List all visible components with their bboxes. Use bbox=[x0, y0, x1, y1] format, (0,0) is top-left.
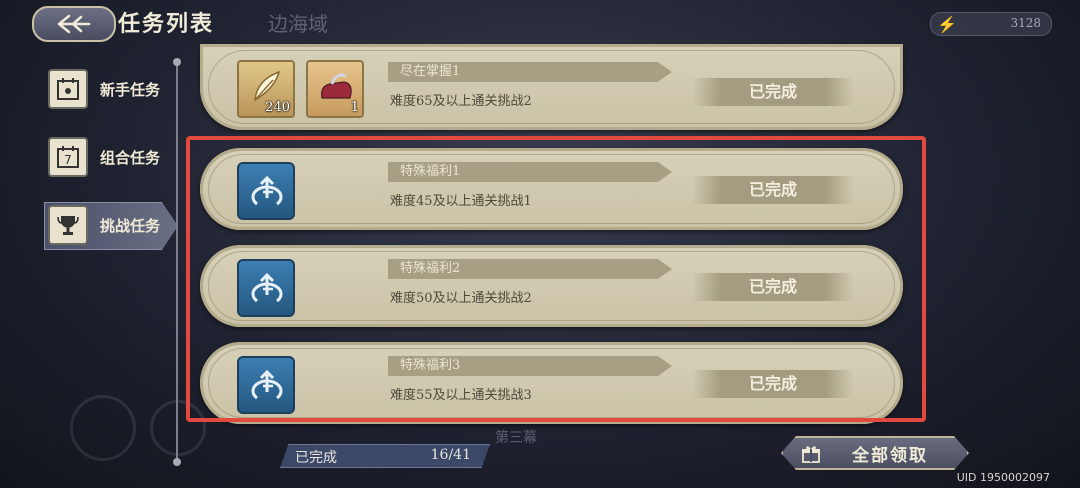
reward-count: 240 bbox=[265, 100, 290, 115]
task-card[interactable]: 240 1 尽在掌握1 难度65及以上通关挑战2 已完成 bbox=[200, 44, 903, 130]
task-description: 难度55及以上通关挑战3 bbox=[390, 388, 532, 403]
task-title: 特殊福利3 bbox=[388, 356, 672, 376]
task-status-completed: 已完成 bbox=[692, 370, 854, 398]
task-card[interactable]: 特殊福利1 难度45及以上通关挑战1 已完成 bbox=[200, 148, 903, 230]
task-status-completed: 已完成 bbox=[692, 176, 854, 204]
background-decor bbox=[150, 400, 206, 456]
completion-progress: 已完成 16/41 bbox=[280, 444, 490, 468]
task-title: 特殊福利2 bbox=[388, 259, 672, 279]
energy-bar[interactable]: ⚡ 3128 bbox=[930, 12, 1052, 36]
reward-item[interactable]: 240 bbox=[237, 60, 295, 118]
calendar-sun-icon bbox=[48, 69, 88, 109]
special-task-icon bbox=[237, 356, 295, 414]
background-chapter-text: 第三幕 bbox=[495, 430, 537, 446]
sidebar-item-novice-tasks[interactable]: 新手任务 bbox=[48, 68, 160, 110]
svg-text:7: 7 bbox=[64, 153, 72, 167]
reward-count: 1 bbox=[350, 100, 359, 115]
sidebar-track bbox=[176, 60, 178, 465]
reward-item[interactable]: 1 bbox=[306, 60, 364, 118]
task-status-completed: 已完成 bbox=[692, 78, 854, 106]
claim-all-label: 全部领取 bbox=[852, 445, 928, 466]
sidebar-item-label: 挑战任务 bbox=[100, 216, 161, 235]
sidebar-item-label: 新手任务 bbox=[100, 80, 161, 99]
user-id: UID 1950002097 bbox=[956, 471, 1050, 484]
sidebar-item-combo-tasks[interactable]: 7 组合任务 bbox=[48, 136, 160, 178]
task-card[interactable]: 特殊福利3 难度55及以上通关挑战3 已完成 bbox=[200, 342, 903, 424]
claim-all-button[interactable]: 全部领取 bbox=[781, 436, 969, 470]
sidebar-track-end bbox=[173, 58, 181, 66]
sidebar-track-end bbox=[173, 458, 181, 466]
special-task-icon bbox=[237, 162, 295, 220]
task-description: 难度50及以上通关挑战2 bbox=[390, 291, 532, 306]
task-description: 难度65及以上通关挑战2 bbox=[390, 94, 532, 109]
lightning-icon: ⚡ bbox=[937, 15, 957, 34]
progress-value: 16/41 bbox=[430, 447, 471, 463]
task-title: 尽在掌握1 bbox=[388, 62, 672, 82]
back-arrow-icon bbox=[57, 14, 91, 34]
task-status-completed: 已完成 bbox=[692, 273, 854, 301]
back-button[interactable] bbox=[32, 6, 116, 42]
special-task-icon bbox=[237, 259, 295, 317]
task-title: 特殊福利1 bbox=[388, 162, 672, 182]
progress-label: 已完成 bbox=[295, 450, 337, 466]
calendar-seven-icon: 7 bbox=[48, 137, 88, 177]
sidebar-item-challenge-tasks[interactable]: 挑战任务 bbox=[44, 202, 178, 250]
page-title: 任务列表 bbox=[118, 11, 215, 37]
gift-icon bbox=[802, 446, 820, 463]
background-decor bbox=[70, 395, 136, 461]
task-card[interactable]: 特殊福利2 难度50及以上通关挑战2 已完成 bbox=[200, 245, 903, 327]
sidebar-item-label: 组合任务 bbox=[100, 148, 161, 167]
task-description: 难度45及以上通关挑战1 bbox=[390, 194, 532, 209]
energy-value: 3128 bbox=[1010, 16, 1041, 30]
trophy-icon bbox=[48, 205, 88, 245]
background-label: 边海域 bbox=[268, 12, 328, 36]
